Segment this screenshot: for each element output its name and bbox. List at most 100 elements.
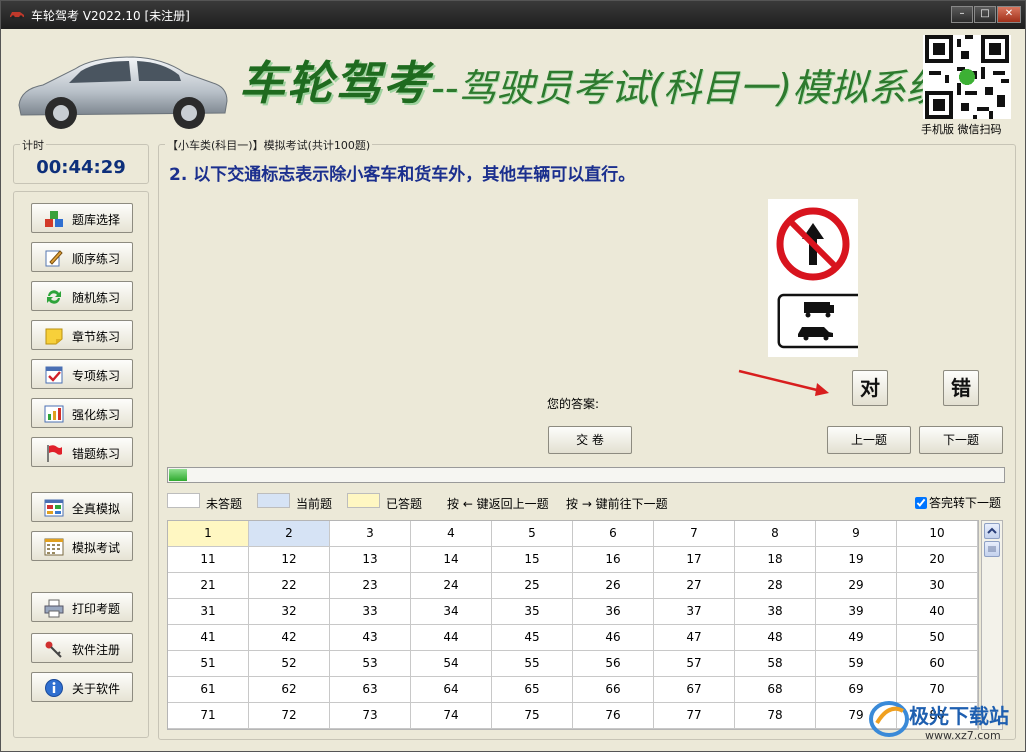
question-cell[interactable]: 12 <box>249 547 330 573</box>
question-cell[interactable]: 57 <box>654 651 735 677</box>
special-practice-button[interactable]: 专项练习 <box>31 359 133 389</box>
question-cell[interactable]: 58 <box>735 651 816 677</box>
question-cell[interactable]: 44 <box>411 625 492 651</box>
question-cell[interactable]: 68 <box>735 677 816 703</box>
print-questions-button[interactable]: 打印考题 <box>31 592 133 622</box>
question-cell[interactable]: 73 <box>330 703 411 729</box>
question-cell[interactable]: 13 <box>330 547 411 573</box>
question-cell[interactable]: 76 <box>573 703 654 729</box>
random-practice-button[interactable]: 随机练习 <box>31 281 133 311</box>
question-cell[interactable]: 2 <box>249 521 330 547</box>
question-bank-button[interactable]: 题库选择 <box>31 203 133 233</box>
question-cell[interactable]: 31 <box>168 599 249 625</box>
question-cell[interactable]: 37 <box>654 599 735 625</box>
sequential-practice-button[interactable]: 顺序练习 <box>31 242 133 272</box>
maximize-button[interactable]: □ <box>974 6 996 23</box>
question-cell[interactable]: 59 <box>816 651 897 677</box>
question-cell[interactable]: 45 <box>492 625 573 651</box>
question-cell[interactable]: 48 <box>735 625 816 651</box>
auto-next-checkbox[interactable]: 答完转下一题 <box>915 494 1001 511</box>
question-cell[interactable]: 5 <box>492 521 573 547</box>
question-cell[interactable]: 66 <box>573 677 654 703</box>
question-cell[interactable]: 23 <box>330 573 411 599</box>
question-cell[interactable]: 52 <box>249 651 330 677</box>
question-cell[interactable]: 20 <box>897 547 978 573</box>
question-cell[interactable]: 43 <box>330 625 411 651</box>
question-cell[interactable]: 24 <box>411 573 492 599</box>
question-cell[interactable]: 46 <box>573 625 654 651</box>
intensive-practice-button[interactable]: 强化练习 <box>31 398 133 428</box>
minimize-button[interactable]: – <box>951 6 973 23</box>
answer-false-button[interactable]: 错 <box>943 370 979 406</box>
question-cell[interactable]: 63 <box>330 677 411 703</box>
question-cell[interactable]: 10 <box>897 521 978 547</box>
question-cell[interactable]: 15 <box>492 547 573 573</box>
scroll-thumb[interactable] <box>984 541 1000 557</box>
question-cell[interactable]: 32 <box>249 599 330 625</box>
question-cell[interactable]: 17 <box>654 547 735 573</box>
question-cell[interactable]: 26 <box>573 573 654 599</box>
question-cell[interactable]: 3 <box>330 521 411 547</box>
scroll-up-button[interactable] <box>984 523 1000 539</box>
next-question-button[interactable]: 下一题 <box>919 426 1003 454</box>
question-cell[interactable]: 27 <box>654 573 735 599</box>
question-cell[interactable]: 35 <box>492 599 573 625</box>
question-cell[interactable]: 34 <box>411 599 492 625</box>
title-bar[interactable]: 车轮驾考 V2022.10 [未注册] – □ ✕ <box>1 1 1025 29</box>
question-cell[interactable]: 22 <box>249 573 330 599</box>
question-cell[interactable]: 16 <box>573 547 654 573</box>
question-cell[interactable]: 38 <box>735 599 816 625</box>
question-cell[interactable]: 1 <box>168 521 249 547</box>
question-cell[interactable]: 7 <box>654 521 735 547</box>
close-button[interactable]: ✕ <box>997 6 1021 23</box>
question-cell[interactable]: 56 <box>573 651 654 677</box>
question-cell[interactable]: 33 <box>330 599 411 625</box>
question-cell[interactable]: 51 <box>168 651 249 677</box>
question-cell[interactable]: 54 <box>411 651 492 677</box>
question-cell[interactable]: 75 <box>492 703 573 729</box>
question-cell[interactable]: 62 <box>249 677 330 703</box>
question-cell[interactable]: 47 <box>654 625 735 651</box>
previous-question-button[interactable]: 上一题 <box>827 426 911 454</box>
question-cell[interactable]: 67 <box>654 677 735 703</box>
question-cell[interactable]: 4 <box>411 521 492 547</box>
question-cell[interactable]: 8 <box>735 521 816 547</box>
question-cell[interactable]: 61 <box>168 677 249 703</box>
question-cell[interactable]: 50 <box>897 625 978 651</box>
question-cell[interactable]: 25 <box>492 573 573 599</box>
question-cell[interactable]: 30 <box>897 573 978 599</box>
question-cell[interactable]: 72 <box>249 703 330 729</box>
question-cell[interactable]: 78 <box>735 703 816 729</box>
question-cell[interactable]: 28 <box>735 573 816 599</box>
question-cell[interactable]: 11 <box>168 547 249 573</box>
question-cell[interactable]: 29 <box>816 573 897 599</box>
question-cell[interactable]: 19 <box>816 547 897 573</box>
question-cell[interactable]: 49 <box>816 625 897 651</box>
question-cell[interactable]: 41 <box>168 625 249 651</box>
chapter-practice-button[interactable]: 章节练习 <box>31 320 133 350</box>
question-cell[interactable]: 9 <box>816 521 897 547</box>
register-software-button[interactable]: 软件注册 <box>31 633 133 663</box>
question-cell[interactable]: 64 <box>411 677 492 703</box>
wrong-questions-button[interactable]: 错题练习 <box>31 437 133 467</box>
question-cell[interactable]: 74 <box>411 703 492 729</box>
question-cell[interactable]: 6 <box>573 521 654 547</box>
question-cell[interactable]: 18 <box>735 547 816 573</box>
question-cell[interactable]: 60 <box>897 651 978 677</box>
question-cell[interactable]: 40 <box>897 599 978 625</box>
full-simulation-button[interactable]: 全真模拟 <box>31 492 133 522</box>
auto-next-checkbox-input[interactable] <box>915 497 927 509</box>
question-cell[interactable]: 55 <box>492 651 573 677</box>
question-cell[interactable]: 21 <box>168 573 249 599</box>
mock-exam-button[interactable]: 模拟考试 <box>31 531 133 561</box>
question-cell[interactable]: 77 <box>654 703 735 729</box>
about-software-button[interactable]: 关于软件 <box>31 672 133 702</box>
question-cell[interactable]: 53 <box>330 651 411 677</box>
answer-true-button[interactable]: 对 <box>852 370 888 406</box>
question-cell[interactable]: 42 <box>249 625 330 651</box>
submit-exam-button[interactable]: 交 卷 <box>548 426 632 454</box>
question-cell[interactable]: 36 <box>573 599 654 625</box>
question-cell[interactable]: 65 <box>492 677 573 703</box>
question-cell[interactable]: 14 <box>411 547 492 573</box>
question-cell[interactable]: 39 <box>816 599 897 625</box>
